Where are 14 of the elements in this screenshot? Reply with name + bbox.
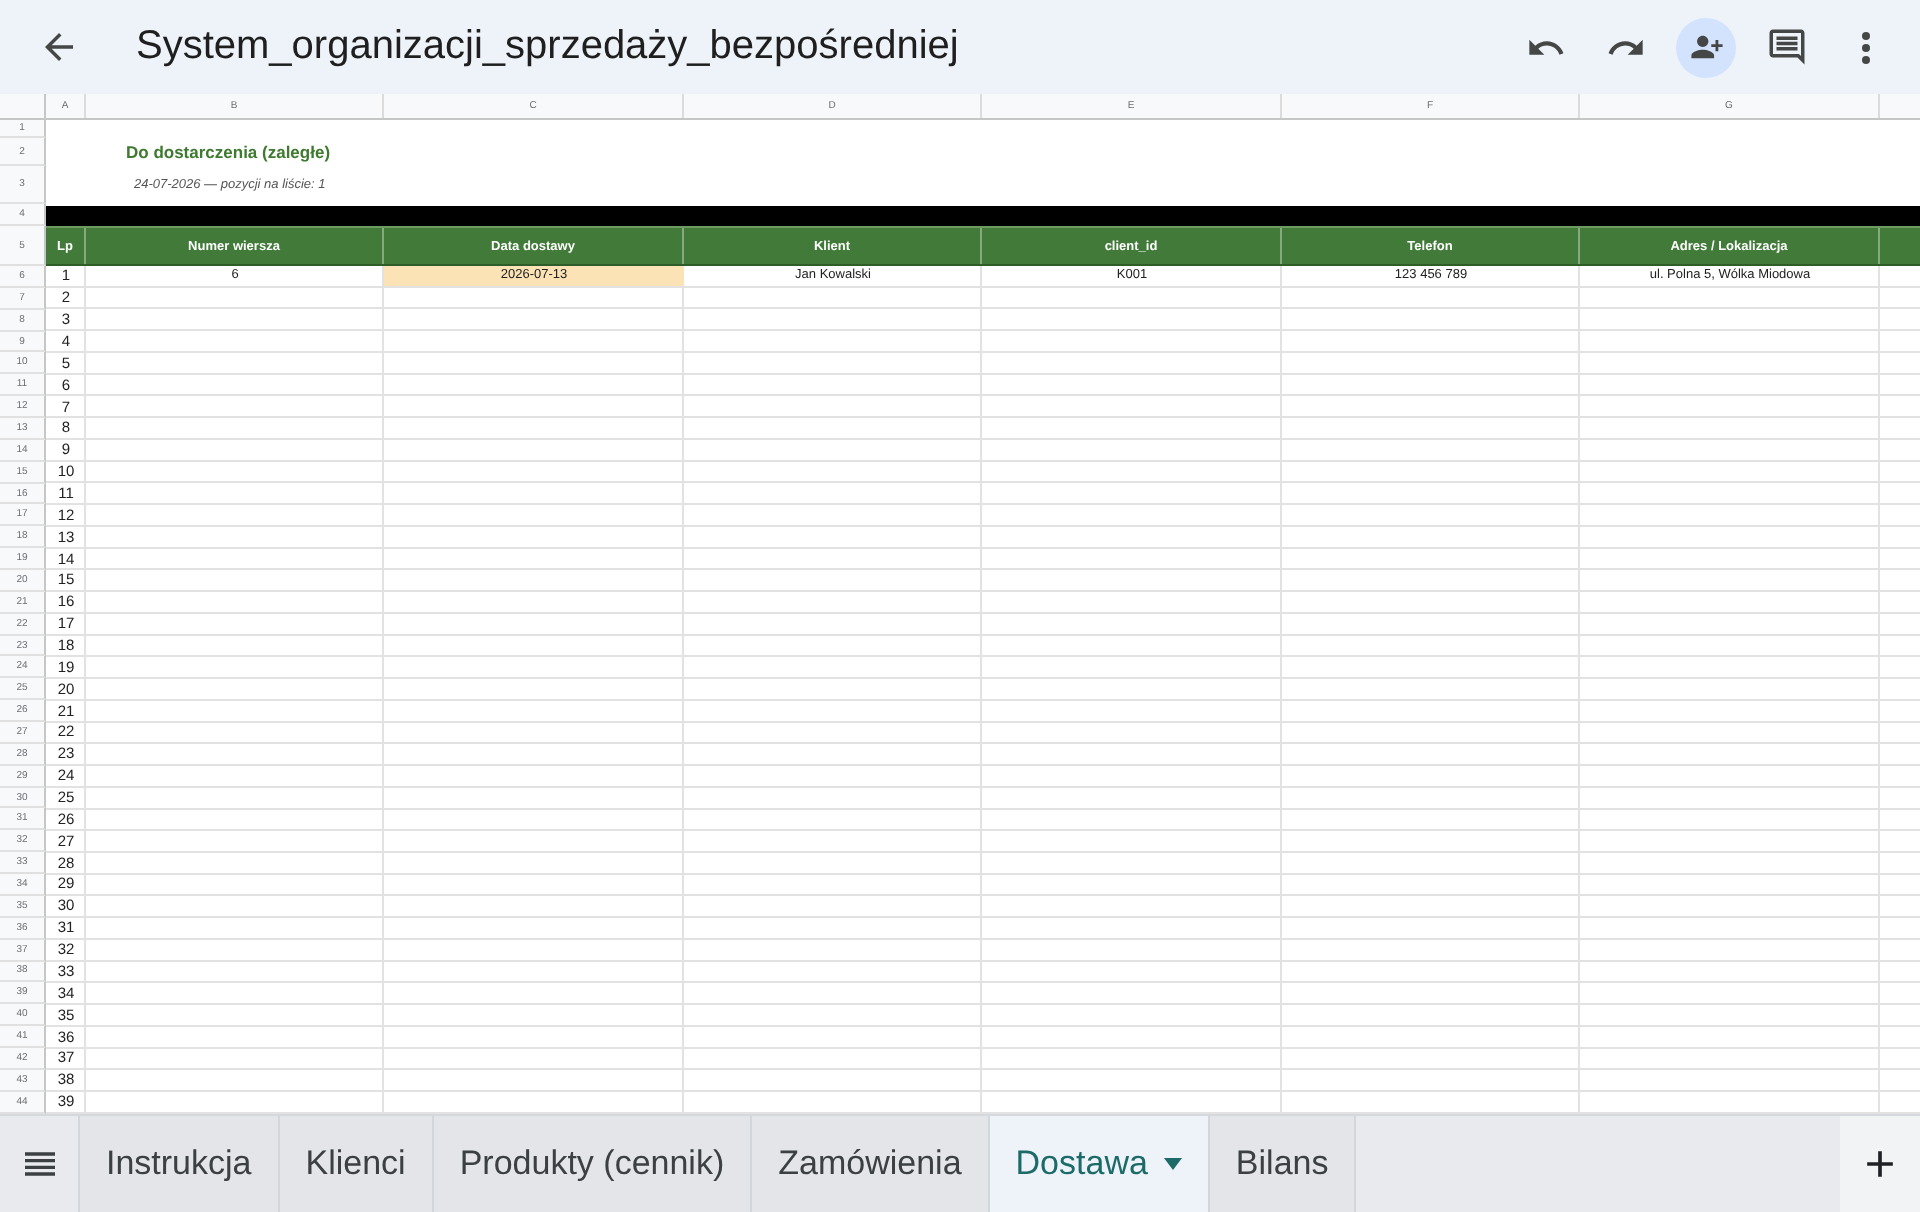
share-button[interactable]	[1676, 17, 1736, 77]
sheet-tab[interactable]: Zamówienia	[752, 1115, 990, 1212]
add-sheet-button[interactable]	[1840, 1115, 1920, 1212]
more-vertical-icon	[1862, 31, 1870, 63]
sheet-tab[interactable]: Instrukcja	[80, 1115, 280, 1212]
sheet-tab[interactable]: Produkty (cennik)	[433, 1115, 753, 1212]
document-title: System_organizacji_sprzedaży_bezpośredniej	[136, 24, 959, 70]
comment-icon	[1765, 26, 1807, 68]
sheet-tab[interactable]: Klienci	[279, 1115, 434, 1212]
report-title: Do dostarczenia (zaległe)	[126, 142, 331, 162]
sheet-tab[interactable]: Dostawa	[989, 1115, 1210, 1212]
person-add-icon	[1689, 30, 1723, 64]
sheet-tab[interactable]: Bilans	[1209, 1115, 1357, 1212]
dropdown-caret-icon	[1163, 1157, 1182, 1170]
